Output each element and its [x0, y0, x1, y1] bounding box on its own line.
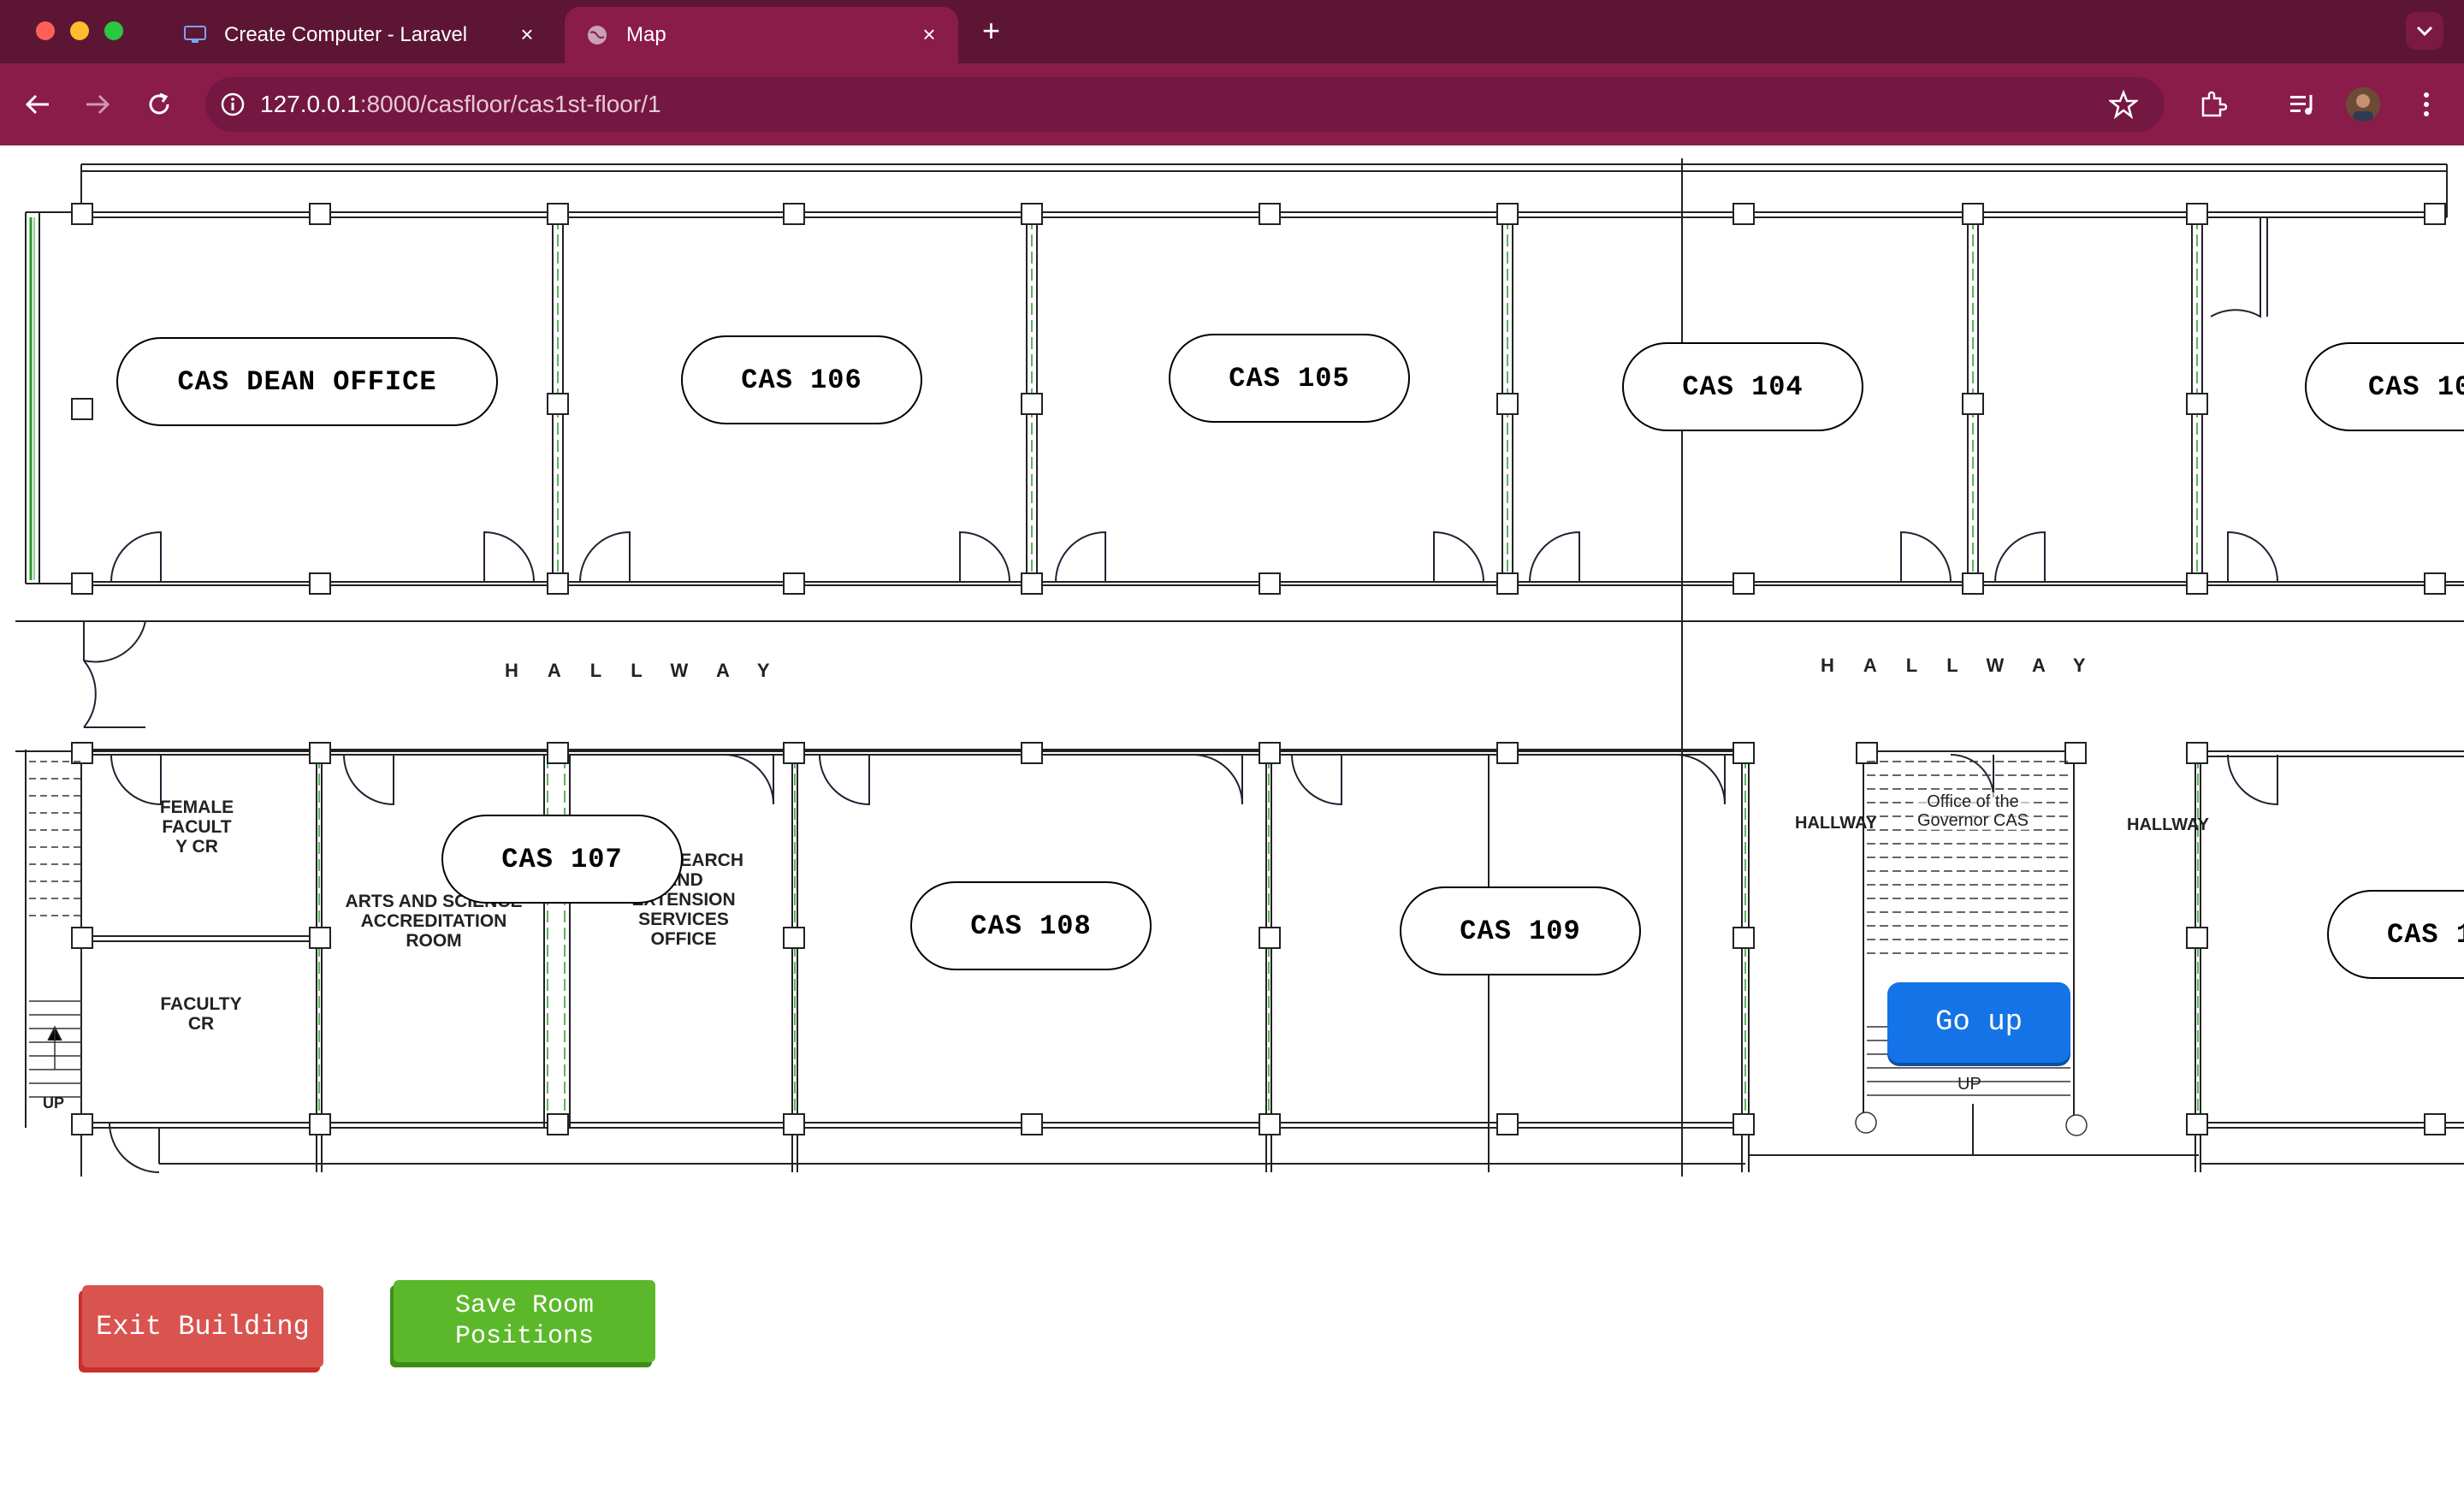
- forward-button[interactable]: [77, 84, 118, 125]
- tab-create-computer[interactable]: Create Computer - Laravel ×: [163, 7, 556, 63]
- hallway-label-vertical-left: HALLWAY: [1795, 814, 1877, 833]
- maximize-window-button[interactable]: [104, 21, 123, 40]
- arrow-right-icon: [86, 94, 110, 115]
- governor-office-label: Office of the Governor CAS: [1913, 792, 2033, 830]
- kebab-menu-icon[interactable]: [2406, 84, 2447, 125]
- site-info-icon[interactable]: [205, 92, 260, 117]
- tab-map[interactable]: Map ×: [565, 7, 958, 63]
- close-tab-icon[interactable]: ×: [919, 23, 939, 45]
- room-label-cas-1x[interactable]: CAS 1: [2327, 890, 2464, 979]
- tab-title: Map: [626, 23, 666, 46]
- bookmark-star-icon[interactable]: [2103, 84, 2144, 125]
- tab-title: Create Computer - Laravel: [224, 23, 468, 46]
- stairs-up-label-right: UP: [1958, 1075, 1981, 1094]
- room-label-cas-105[interactable]: CAS 105: [1169, 334, 1410, 423]
- stairs-up-label-left: UP: [43, 1094, 65, 1112]
- reload-icon: [149, 92, 169, 115]
- room-label-cas-10x[interactable]: CAS 10: [2305, 342, 2464, 431]
- room-label-cas-107[interactable]: CAS 107: [441, 815, 683, 904]
- hallway-label-vertical-right: HALLWAY: [2127, 815, 2209, 834]
- extensions-icon[interactable]: [2192, 84, 2233, 125]
- close-window-button[interactable]: [36, 21, 55, 40]
- profile-avatar[interactable]: [2346, 87, 2380, 122]
- back-button[interactable]: [17, 84, 58, 125]
- close-tab-icon[interactable]: ×: [517, 23, 537, 45]
- room-label-cas-104[interactable]: CAS 104: [1622, 342, 1863, 431]
- faculty-cr-label: FACULTY CR: [160, 994, 242, 1035]
- hallway-label-left: HALLWAY: [505, 660, 799, 681]
- browser-toolbar: 127.0.0.1:8000/casfloor/cas1st-floor/1: [0, 63, 2464, 145]
- address-bar[interactable]: 127.0.0.1:8000/casfloor/cas1st-floor/1: [205, 77, 2165, 132]
- female-cr-label: FEMALE FACULT Y CR: [159, 797, 234, 857]
- room-label-cas-108[interactable]: CAS 108: [910, 881, 1152, 970]
- monitor-icon: [183, 23, 207, 47]
- exit-building-button[interactable]: Exit Building: [82, 1285, 323, 1367]
- floor-map: HALLWAY HALLWAY HALLWAY HALLWAY FEMALE F…: [0, 145, 2464, 1494]
- url-text: 127.0.0.1:8000/casfloor/cas1st-floor/1: [260, 91, 661, 117]
- tab-search-button[interactable]: [2406, 12, 2443, 50]
- minimize-window-button[interactable]: [70, 21, 89, 40]
- room-label-cas-dean-office[interactable]: CAS DEAN OFFICE: [116, 337, 498, 426]
- chevron-down-icon: [2416, 26, 2433, 37]
- media-control-icon[interactable]: [2283, 84, 2324, 125]
- room-label-cas-106[interactable]: CAS 106: [681, 335, 922, 424]
- reload-button[interactable]: [139, 84, 180, 125]
- tab-strip: Create Computer - Laravel × Map × +: [0, 0, 2464, 63]
- go-up-button[interactable]: Go up: [1887, 982, 2070, 1063]
- hallway-label-right: HALLWAY: [1821, 655, 2115, 676]
- room-label-cas-109[interactable]: CAS 109: [1400, 886, 1641, 975]
- save-room-positions-button[interactable]: Save Room Positions: [394, 1280, 655, 1362]
- arrow-left-icon: [25, 94, 49, 115]
- new-tab-button[interactable]: +: [982, 15, 1000, 46]
- globe-icon: [585, 23, 609, 47]
